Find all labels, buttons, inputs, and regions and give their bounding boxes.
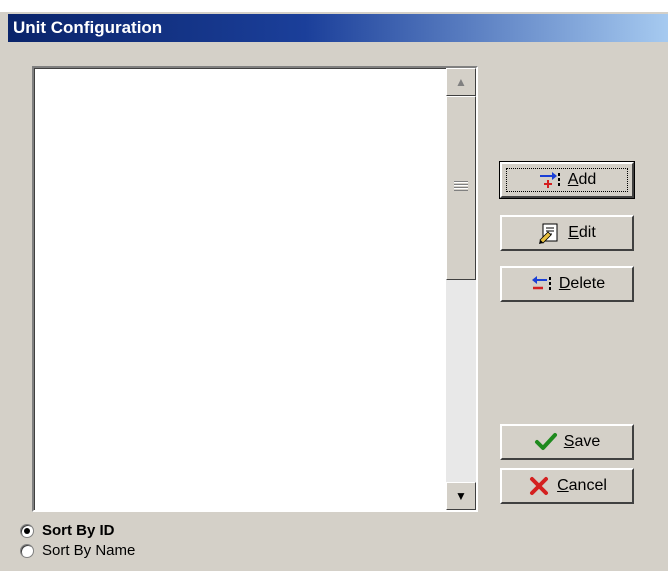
- sort-by-name-option[interactable]: Sort By Name: [20, 542, 135, 559]
- sort-by-id-radio[interactable]: [20, 523, 34, 538]
- sort-by-id-label: Sort By ID: [42, 522, 115, 539]
- scroll-down-button[interactable]: ▼: [446, 482, 476, 510]
- scroll-thumb[interactable]: [446, 96, 476, 280]
- triangle-down-icon: ▼: [455, 489, 467, 503]
- checkmark-icon: [534, 433, 557, 450]
- cancel-label: Cancel: [557, 477, 607, 494]
- save-button[interactable]: Save: [500, 424, 634, 460]
- unit-list[interactable]: ▲ ▼: [32, 66, 478, 512]
- vertical-scrollbar[interactable]: ▲ ▼: [446, 68, 476, 510]
- edit-record-icon: [539, 223, 558, 244]
- sort-by-name-radio[interactable]: [20, 543, 34, 558]
- delete-button[interactable]: Delete: [500, 266, 634, 302]
- sort-by-name-label: Sort By Name: [42, 542, 136, 559]
- window-title: Unit Configuration: [13, 18, 163, 37]
- dialog-client-area: ▲ ▼ Add Edit Delete Save Cancel Sort By …: [8, 42, 668, 571]
- edit-label: Edit: [568, 224, 596, 241]
- scroll-up-button[interactable]: ▲: [446, 68, 476, 96]
- title-bar[interactable]: Unit Configuration: [8, 14, 668, 42]
- delete-label: Delete: [558, 275, 606, 292]
- delete-record-icon: [531, 276, 551, 290]
- x-mark-icon: [530, 477, 549, 495]
- focus-rect: [506, 168, 628, 192]
- top-strip: [0, 0, 668, 12]
- edit-button[interactable]: Edit: [500, 215, 634, 251]
- triangle-up-icon: ▲: [455, 75, 467, 89]
- sort-by-id-option[interactable]: Sort By ID: [20, 522, 115, 539]
- add-button[interactable]: Add: [499, 161, 635, 199]
- cancel-button[interactable]: Cancel: [500, 468, 634, 504]
- save-label: Save: [563, 433, 601, 450]
- add-record-icon: [539, 172, 560, 188]
- unit-configuration-window: Unit Configuration ▲ ▼ Add Edit Delete S…: [0, 0, 668, 571]
- grip-icon: [454, 181, 468, 191]
